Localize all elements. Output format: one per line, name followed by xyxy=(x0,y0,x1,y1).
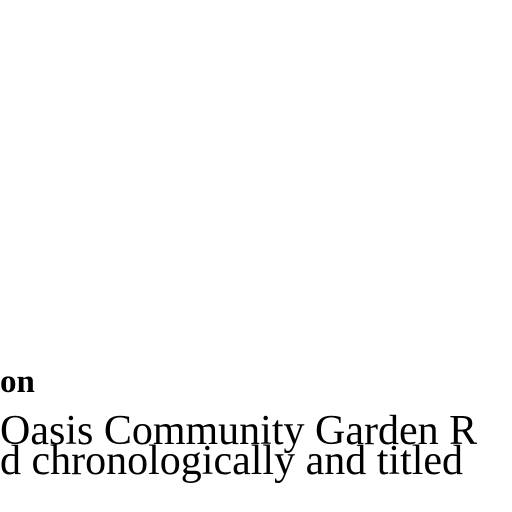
section-heading: on xyxy=(0,364,35,400)
body-text-line: d chronologically and titled xyxy=(0,438,464,484)
document-page: on Oasis Community Garden R d chronologi… xyxy=(0,0,512,512)
